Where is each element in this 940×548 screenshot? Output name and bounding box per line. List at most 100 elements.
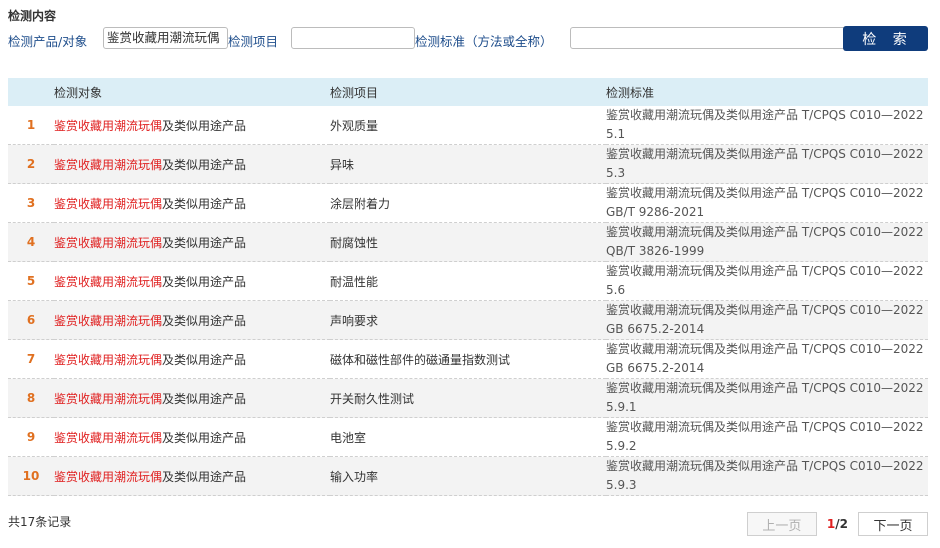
row-object-cell: 鉴赏收藏用潮流玩偶及类似用途产品 — [54, 378, 330, 418]
row-index-cell: 10 — [8, 456, 54, 496]
item-input[interactable] — [291, 27, 415, 49]
row-index: 7 — [26, 352, 36, 366]
standard-label: 检测标准（方法或全称） — [415, 34, 553, 49]
row-object-highlight[interactable]: 鉴赏收藏用潮流玩偶 — [54, 197, 162, 211]
row-object-cell: 鉴赏收藏用潮流玩偶及类似用途产品 — [54, 144, 330, 184]
row-object-cell: 鉴赏收藏用潮流玩偶及类似用途产品 — [54, 456, 330, 496]
row-standard-cell: 鉴赏收藏用潮流玩偶及类似用途产品 T/CPQS C010—2022 GB 667… — [606, 339, 928, 379]
current-page: 1 — [826, 517, 836, 531]
table-row: 1 鉴赏收藏用潮流玩偶及类似用途产品 外观质量 鉴赏收藏用潮流玩偶及类似用途产品 T/… — [8, 106, 928, 145]
header-standard: 检测标准 — [606, 78, 928, 106]
row-index: 5 — [26, 274, 36, 288]
row-object-rest: 及类似用途产品 — [162, 469, 247, 484]
section-title: 检测内容 — [8, 9, 57, 23]
row-object-cell: 鉴赏收藏用潮流玩偶及类似用途产品 — [54, 339, 330, 379]
row-item: 声响要求 — [330, 300, 606, 340]
prev-page-button[interactable]: 上一页 — [746, 512, 817, 536]
search-bar: 检测产品/对象 鉴赏收藏用潮流玩偶 检测项目 检测标准（方法或全称） 检 索 — [8, 26, 930, 51]
row-standard-cell: 鉴赏收藏用潮流玩偶及类似用途产品 T/CPQS C010—2022 GB/T 9… — [606, 183, 928, 223]
next-page-button[interactable]: 下一页 — [858, 512, 928, 536]
row-standard-cell: 鉴赏收藏用潮流玩偶及类似用途产品 T/CPQS C010—2022 GB 667… — [606, 300, 928, 340]
row-item: 输入功率 — [330, 456, 606, 496]
row-index-cell: 1 — [8, 106, 54, 145]
row-index: 2 — [26, 157, 36, 171]
row-index-cell: 7 — [8, 339, 54, 379]
row-object-highlight[interactable]: 鉴赏收藏用潮流玩偶 — [54, 119, 162, 133]
total-pages: 2 — [839, 517, 848, 531]
row-object-rest: 及类似用途产品 — [162, 274, 247, 289]
row-object-rest: 及类似用途产品 — [162, 313, 247, 328]
row-object-cell: 鉴赏收藏用潮流玩偶及类似用途产品 — [54, 417, 330, 457]
row-index-cell: 9 — [8, 417, 54, 457]
row-index-cell: 5 — [8, 261, 54, 301]
table-row: 6 鉴赏收藏用潮流玩偶及类似用途产品 声响要求 鉴赏收藏用潮流玩偶及类似用途产品 T/… — [8, 300, 928, 340]
row-index: 3 — [26, 196, 36, 210]
row-standard-cell: 鉴赏收藏用潮流玩偶及类似用途产品 T/CPQS C010—2022 5.9.2 — [606, 417, 928, 457]
search-button[interactable]: 检 索 — [843, 26, 928, 51]
table-row: 3 鉴赏收藏用潮流玩偶及类似用途产品 涂层附着力 鉴赏收藏用潮流玩偶及类似用途产品 T… — [8, 183, 928, 223]
row-index: 6 — [26, 313, 36, 327]
row-index: 1 — [26, 118, 36, 132]
row-standard-cell: 鉴赏收藏用潮流玩偶及类似用途产品 T/CPQS C010—2022 5.6 — [606, 261, 928, 301]
row-item: 耐腐蚀性 — [330, 222, 606, 262]
row-standard: 鉴赏收藏用潮流玩偶及类似用途产品 T/CPQS C010—2022 QB/T 3… — [606, 225, 924, 258]
row-index: 10 — [22, 469, 40, 483]
row-object-rest: 及类似用途产品 — [162, 430, 247, 445]
row-item: 电池室 — [330, 417, 606, 457]
row-standard-cell: 鉴赏收藏用潮流玩偶及类似用途产品 T/CPQS C010—2022 5.9.1 — [606, 378, 928, 418]
row-index-cell: 4 — [8, 222, 54, 262]
pagination: 上一页 1/2 下一页 — [746, 511, 928, 537]
table-row: 5 鉴赏收藏用潮流玩偶及类似用途产品 耐温性能 鉴赏收藏用潮流玩偶及类似用途产品 T/… — [8, 261, 928, 301]
row-standard: 鉴赏收藏用潮流玩偶及类似用途产品 T/CPQS C010—2022 5.6 — [606, 264, 924, 297]
row-object-highlight[interactable]: 鉴赏收藏用潮流玩偶 — [54, 392, 162, 406]
row-object-highlight[interactable]: 鉴赏收藏用潮流玩偶 — [54, 431, 162, 445]
row-object-cell: 鉴赏收藏用潮流玩偶及类似用途产品 — [54, 261, 330, 301]
table-row: 4 鉴赏收藏用潮流玩偶及类似用途产品 耐腐蚀性 鉴赏收藏用潮流玩偶及类似用途产品 T/… — [8, 222, 928, 262]
row-standard-cell: 鉴赏收藏用潮流玩偶及类似用途产品 T/CPQS C010—2022 5.1 — [606, 106, 928, 145]
row-item: 耐温性能 — [330, 261, 606, 301]
row-object-highlight[interactable]: 鉴赏收藏用潮流玩偶 — [54, 236, 162, 250]
row-standard: 鉴赏收藏用潮流玩偶及类似用途产品 T/CPQS C010—2022 5.1 — [606, 108, 924, 141]
row-object-highlight[interactable]: 鉴赏收藏用潮流玩偶 — [54, 314, 162, 328]
page-indicator: 1/2 — [827, 517, 848, 531]
row-standard-cell: 鉴赏收藏用潮流玩偶及类似用途产品 T/CPQS C010—2022 5.9.3 — [606, 456, 928, 496]
row-object-rest: 及类似用途产品 — [162, 157, 247, 172]
row-object-cell: 鉴赏收藏用潮流玩偶及类似用途产品 — [54, 222, 330, 262]
row-standard: 鉴赏收藏用潮流玩偶及类似用途产品 T/CPQS C010—2022 5.3 — [606, 147, 924, 180]
table-row: 9 鉴赏收藏用潮流玩偶及类似用途产品 电池室 鉴赏收藏用潮流玩偶及类似用途产品 T/C… — [8, 417, 928, 457]
row-object-rest: 及类似用途产品 — [162, 235, 247, 250]
row-index: 8 — [26, 391, 36, 405]
header-object: 检测对象 — [54, 78, 330, 106]
row-object-cell: 鉴赏收藏用潮流玩偶及类似用途产品 — [54, 300, 330, 340]
row-object-highlight[interactable]: 鉴赏收藏用潮流玩偶 — [54, 275, 162, 289]
table-row: 2 鉴赏收藏用潮流玩偶及类似用途产品 异味 鉴赏收藏用潮流玩偶及类似用途产品 T/CP… — [8, 144, 928, 184]
row-standard: 鉴赏收藏用潮流玩偶及类似用途产品 T/CPQS C010—2022 GB/T 9… — [606, 186, 924, 219]
row-standard: 鉴赏收藏用潮流玩偶及类似用途产品 T/CPQS C010—2022 5.9.2 — [606, 420, 924, 453]
product-input[interactable]: 鉴赏收藏用潮流玩偶 — [103, 27, 228, 49]
row-object-rest: 及类似用途产品 — [162, 118, 247, 133]
header-item: 检测项目 — [330, 78, 606, 106]
results-table: 检测对象 检测项目 检测标准 1 鉴赏收藏用潮流玩偶及类似用途产品 外观质量 鉴赏收藏… — [8, 78, 928, 496]
row-item: 异味 — [330, 144, 606, 184]
row-object-highlight[interactable]: 鉴赏收藏用潮流玩偶 — [54, 470, 162, 484]
total-records: 共17条记录 — [8, 515, 72, 529]
row-standard: 鉴赏收藏用潮流玩偶及类似用途产品 T/CPQS C010—2022 5.9.1 — [606, 381, 924, 414]
row-index-cell: 2 — [8, 144, 54, 184]
row-standard-cell: 鉴赏收藏用潮流玩偶及类似用途产品 T/CPQS C010—2022 5.3 — [606, 144, 928, 184]
row-item: 外观质量 — [330, 106, 606, 145]
row-index: 4 — [26, 235, 36, 249]
table-row: 10 鉴赏收藏用潮流玩偶及类似用途产品 输入功率 鉴赏收藏用潮流玩偶及类似用途产品 T… — [8, 456, 928, 496]
row-index-cell: 8 — [8, 378, 54, 418]
row-index-cell: 6 — [8, 300, 54, 340]
row-object-highlight[interactable]: 鉴赏收藏用潮流玩偶 — [54, 158, 162, 172]
row-object-highlight[interactable]: 鉴赏收藏用潮流玩偶 — [54, 353, 162, 367]
standard-input[interactable] — [570, 27, 846, 49]
table-header-row: 检测对象 检测项目 检测标准 — [8, 78, 928, 106]
row-object-rest: 及类似用途产品 — [162, 196, 247, 211]
row-index: 9 — [26, 430, 36, 444]
product-label: 检测产品/对象 — [8, 34, 88, 49]
row-standard: 鉴赏收藏用潮流玩偶及类似用途产品 T/CPQS C010—2022 GB 667… — [606, 303, 924, 336]
row-object-rest: 及类似用途产品 — [162, 352, 247, 367]
row-item: 涂层附着力 — [330, 183, 606, 223]
item-label: 检测项目 — [228, 34, 279, 49]
